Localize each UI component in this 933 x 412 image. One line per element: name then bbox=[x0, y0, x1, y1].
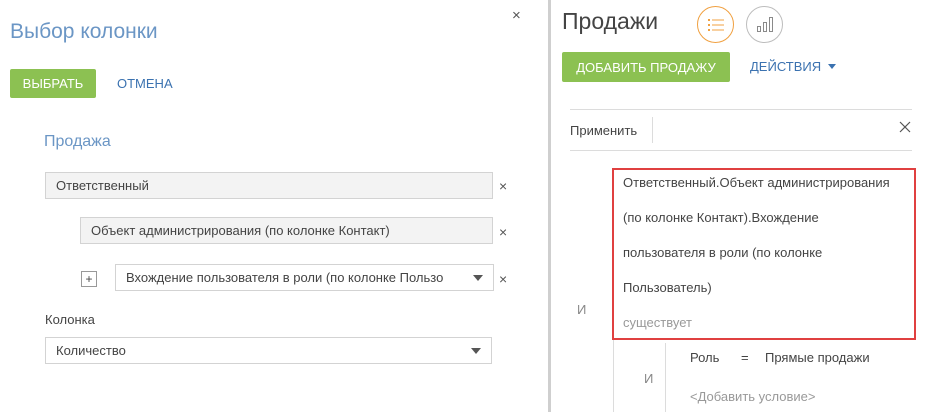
condition-text: Пользователь) bbox=[623, 280, 712, 295]
sales-panel: Продажи Добавить продажу Действия Примен… bbox=[551, 0, 933, 412]
list-view-button[interactable] bbox=[697, 6, 734, 43]
close-icon[interactable] bbox=[899, 121, 911, 133]
actions-dropdown[interactable]: Действия bbox=[750, 59, 837, 74]
page-title: Продажи bbox=[562, 8, 659, 34]
remove-path-icon[interactable]: × bbox=[499, 271, 507, 287]
chevron-down-icon bbox=[471, 347, 481, 354]
condition-operator[interactable]: = bbox=[741, 350, 749, 365]
select-button[interactable]: Выбрать bbox=[10, 69, 96, 98]
filter-divider bbox=[570, 150, 912, 151]
condition-text: пользователя в роли (по колонке bbox=[623, 245, 823, 260]
condition-status[interactable]: существует bbox=[623, 314, 906, 331]
path-field-admin-object[interactable]: Объект администрирования (по колонке Кон… bbox=[80, 217, 493, 244]
condition-text: Ответственный.Объект администрирования bbox=[623, 175, 890, 190]
column-select-value: Количество bbox=[56, 343, 126, 358]
filter-divider bbox=[570, 109, 912, 110]
dialog-close-icon[interactable]: × bbox=[512, 8, 521, 24]
condition-text: (по колонке Контакт).Вхождение bbox=[623, 210, 819, 225]
nested-and-operator[interactable]: И bbox=[644, 371, 653, 386]
chart-view-icon bbox=[756, 17, 773, 32]
chart-view-button[interactable] bbox=[746, 6, 783, 43]
and-operator[interactable]: И bbox=[577, 302, 586, 317]
column-label: Колонка bbox=[45, 312, 95, 327]
remove-path-icon[interactable]: × bbox=[499, 178, 507, 194]
cancel-link[interactable]: Отмена bbox=[117, 76, 173, 91]
toolbar-separator bbox=[652, 117, 653, 143]
add-sale-button[interactable]: Добавить продажу bbox=[562, 52, 730, 82]
list-view-icon bbox=[707, 18, 724, 31]
highlighted-condition[interactable]: Ответственный.Объект администрирования (… bbox=[612, 168, 916, 340]
dialog-title: Выбор колонки bbox=[10, 20, 158, 43]
nested-group-line bbox=[665, 343, 666, 412]
remove-path-icon[interactable]: × bbox=[499, 224, 507, 240]
path-select-role-membership[interactable]: Вхождение пользователя в роли (по колонк… bbox=[115, 264, 494, 291]
condition-value[interactable]: Прямые продажи bbox=[765, 350, 870, 365]
column-select-dialog: × Выбор колонки Выбрать Отмена Продажа О… bbox=[0, 0, 540, 412]
path-field-responsible[interactable]: Ответственный bbox=[45, 172, 493, 199]
nested-condition-row[interactable]: Роль = Прямые продажи bbox=[690, 350, 870, 365]
chevron-down-icon bbox=[473, 274, 483, 281]
path-field-label: Объект администрирования (по колонке Кон… bbox=[91, 223, 390, 238]
actions-label: Действия bbox=[750, 59, 822, 74]
expand-plus-icon[interactable]: + bbox=[81, 271, 97, 287]
condition-column[interactable]: Роль bbox=[690, 350, 719, 365]
path-field-label: Ответственный bbox=[56, 178, 149, 193]
object-section-title: Продажа bbox=[44, 133, 111, 150]
apply-filter-button[interactable]: Применить bbox=[570, 123, 637, 138]
add-condition-link[interactable]: <Добавить условие> bbox=[690, 389, 815, 404]
column-select[interactable]: Количество bbox=[45, 337, 492, 364]
path-select-value: Вхождение пользователя в роли (по колонк… bbox=[126, 270, 444, 285]
chevron-down-icon bbox=[828, 64, 837, 69]
